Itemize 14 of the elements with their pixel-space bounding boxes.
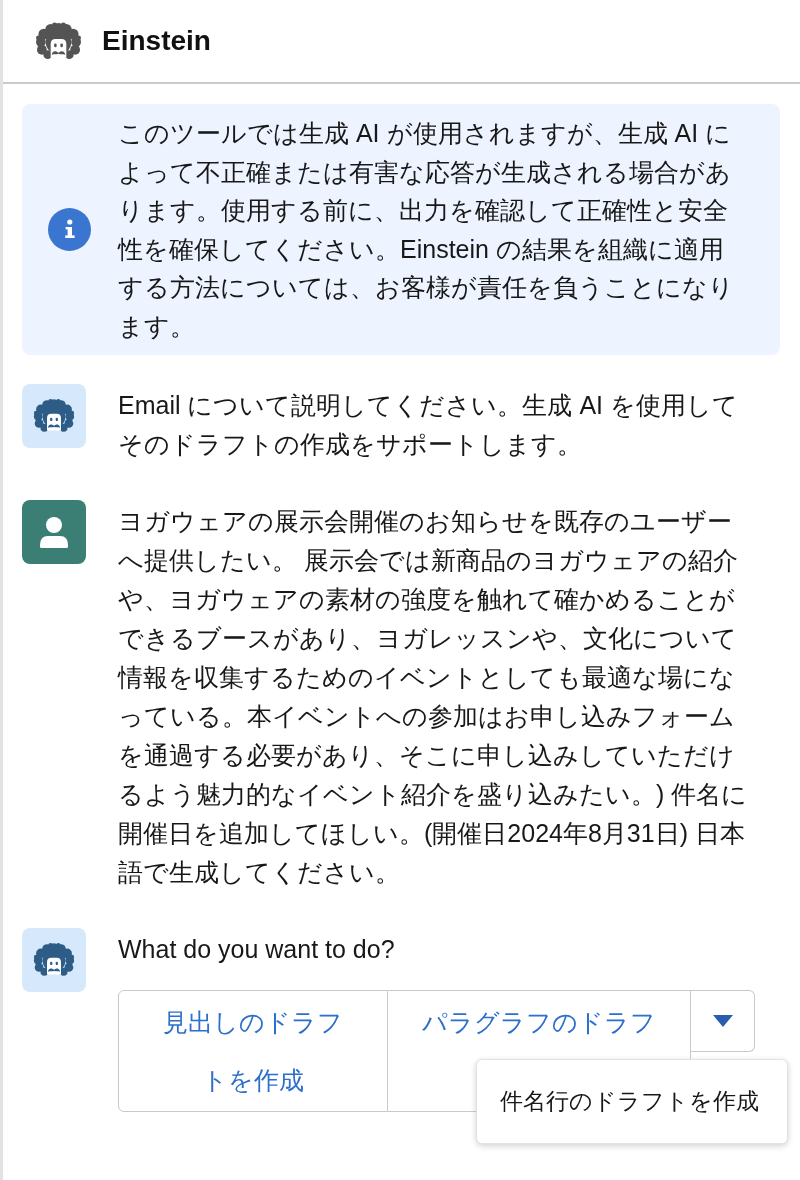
mascot-avatar-icon	[22, 384, 86, 448]
mascot-avatar-icon	[22, 928, 86, 992]
menu-item[interactable]: 件名行のドラフトを作成	[477, 1060, 787, 1143]
notice-text: このツールでは生成 AI が使用されますが、生成 AI によって不正確または有害な応答が生成される場合があります。使用する前に、出力を確認して正確性と安全性を確保してください。Einstein の結果を組織に適用する方法については、お客様が責任を負うことになります。	[118, 118, 735, 342]
message-text: Email について説明してください。生成 AI を使用してそのドラフトの作成をサポートします。	[118, 390, 739, 460]
message-text: ヨガウェアの展示会開催のお知らせを既存のユーザーへ提供したい。 展示会では新商品のヨガウェアの紹介や、ヨガウェアの素材の強度を触れて確かめることができるブースがあり、ヨガレッスンや、文化について情報を収集するためのイベントとしても最適な場になっている。本イベントへの参加はお申し込みフォームを通過する必要があり、そこに申し込みしていただけるよう魅力的なイベント紹介を盛り込みたい。) 件名に開催日を追加してほしい。(開催日2024年8月31日) 日本語で生成してください。	[118, 506, 748, 888]
caret-icon	[712, 1015, 733, 1027]
message-text: What do you want to do?	[118, 934, 396, 965]
mascot-logo-icon	[36, 22, 81, 60]
info-icon	[48, 208, 91, 251]
person-avatar-icon	[22, 500, 86, 564]
panel-title: Einstein	[102, 24, 211, 58]
dropdown-button[interactable]	[691, 990, 755, 1052]
action-button[interactable]: 見出しのドラフトを作成	[118, 990, 388, 1112]
